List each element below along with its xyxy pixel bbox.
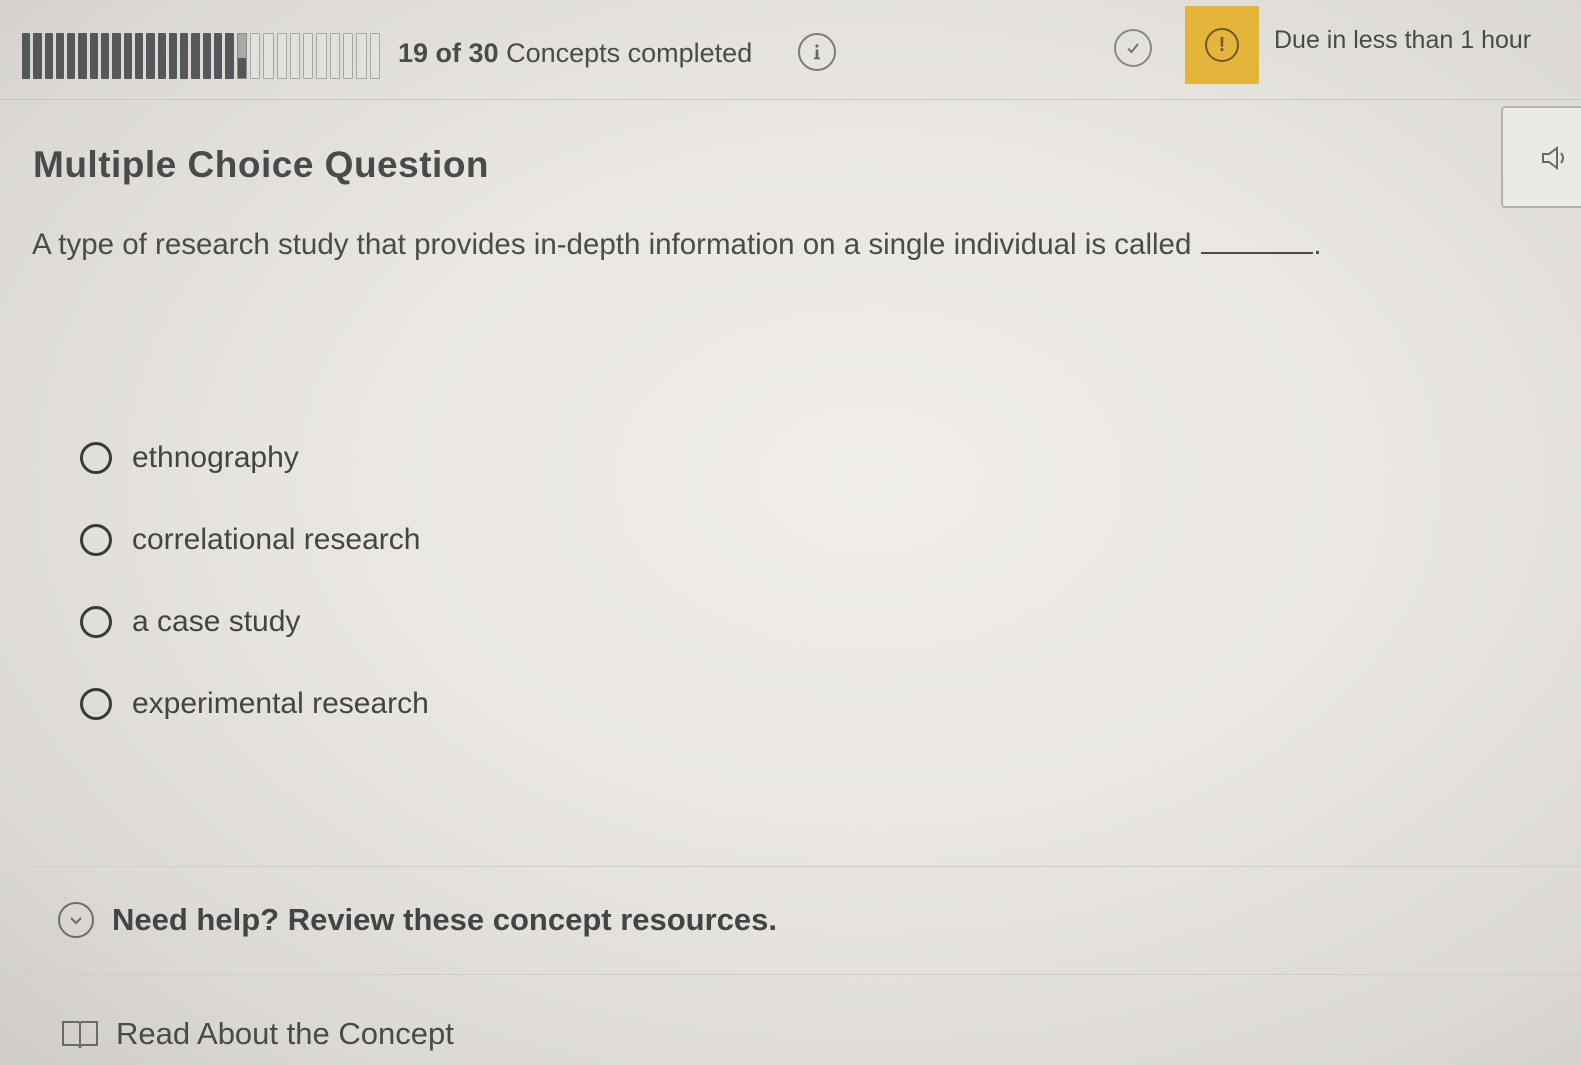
progress-segment bbox=[55, 33, 65, 79]
divider bbox=[24, 974, 1581, 975]
progress-segment bbox=[236, 33, 247, 79]
radio-button[interactable] bbox=[80, 524, 112, 556]
radio-button[interactable] bbox=[80, 606, 112, 638]
progress-segment bbox=[249, 33, 261, 79]
progress-segment bbox=[67, 33, 76, 79]
due-alert-badge: ! bbox=[1185, 6, 1259, 84]
top-bar: 19 of 30 Concepts completed ! Due in les… bbox=[0, 0, 1581, 100]
progress-segment bbox=[289, 33, 301, 79]
divider bbox=[30, 866, 1581, 867]
progress-segment bbox=[134, 33, 144, 79]
progress-segment bbox=[89, 33, 99, 79]
read-aloud-button[interactable] bbox=[1501, 106, 1581, 208]
progress-bar bbox=[22, 33, 380, 79]
progress-segment bbox=[33, 33, 42, 79]
progress-segment bbox=[101, 33, 110, 79]
progress-segment bbox=[191, 33, 200, 79]
answer-options: ethnography correlational research a cas… bbox=[80, 432, 429, 760]
option-label: ethnography bbox=[132, 441, 299, 474]
progress-segment bbox=[356, 33, 367, 79]
option-correlational-research[interactable]: correlational research bbox=[80, 514, 429, 566]
chevron-glyph bbox=[70, 917, 82, 925]
progress-segment bbox=[44, 33, 53, 79]
progress-segment bbox=[202, 33, 212, 79]
read-about-concept-link[interactable]: Read About the Concept bbox=[60, 1016, 454, 1052]
option-ethnography[interactable]: ethnography bbox=[80, 432, 429, 484]
progress-segment bbox=[369, 33, 380, 79]
question-prompt: A type of research study that provides i… bbox=[32, 228, 1192, 261]
progress-segment bbox=[263, 33, 274, 79]
progress-segment bbox=[22, 33, 31, 79]
progress-segment bbox=[214, 33, 223, 79]
progress-segment bbox=[303, 33, 314, 79]
progress-label: Concepts completed bbox=[506, 38, 753, 68]
progress-segment bbox=[157, 33, 166, 79]
question-blank bbox=[1201, 234, 1314, 254]
question-heading: Multiple Choice Question bbox=[33, 144, 490, 185]
check-circle-icon[interactable] bbox=[1114, 29, 1152, 67]
info-glyph bbox=[814, 44, 820, 60]
progress-segment bbox=[123, 33, 132, 79]
progress-segment bbox=[329, 33, 341, 79]
progress-segment bbox=[343, 33, 354, 79]
progress-segment bbox=[225, 33, 234, 79]
progress-segment bbox=[180, 33, 189, 79]
radio-button[interactable] bbox=[80, 442, 112, 474]
option-experimental-research[interactable]: experimental research bbox=[80, 678, 429, 730]
info-icon[interactable] bbox=[798, 33, 836, 71]
read-about-concept-label[interactable]: Read About the Concept bbox=[116, 1016, 454, 1052]
chevron-down-icon[interactable] bbox=[58, 902, 94, 938]
question-text: A type of research study that provides i… bbox=[32, 228, 1322, 262]
progress-segment bbox=[316, 33, 327, 79]
option-label: a case study bbox=[132, 605, 301, 638]
progress-segment bbox=[112, 33, 121, 79]
progress-text: 19 of 30 Concepts completed bbox=[398, 38, 752, 69]
radio-button[interactable] bbox=[80, 688, 112, 720]
help-text[interactable]: Need help? Review these concept resource… bbox=[112, 902, 777, 938]
progress-segment bbox=[78, 33, 87, 79]
progress-segment bbox=[168, 33, 178, 79]
alert-symbol: ! bbox=[1218, 33, 1226, 56]
question-trailing: . bbox=[1313, 228, 1322, 261]
option-case-study[interactable]: a case study bbox=[80, 596, 429, 648]
progress-count: 19 of 30 bbox=[398, 38, 499, 68]
due-text: Due in less than 1 hour bbox=[1274, 26, 1532, 54]
check-glyph bbox=[1127, 43, 1139, 54]
help-toggle[interactable]: Need help? Review these concept resource… bbox=[58, 902, 777, 938]
book-icon bbox=[62, 1021, 98, 1049]
alert-icon: ! bbox=[1205, 28, 1239, 62]
speaker-icon bbox=[1542, 146, 1564, 170]
option-label: correlational research bbox=[132, 523, 421, 556]
progress-segment bbox=[146, 33, 155, 79]
option-label: experimental research bbox=[132, 687, 429, 720]
progress-segment bbox=[276, 33, 287, 79]
